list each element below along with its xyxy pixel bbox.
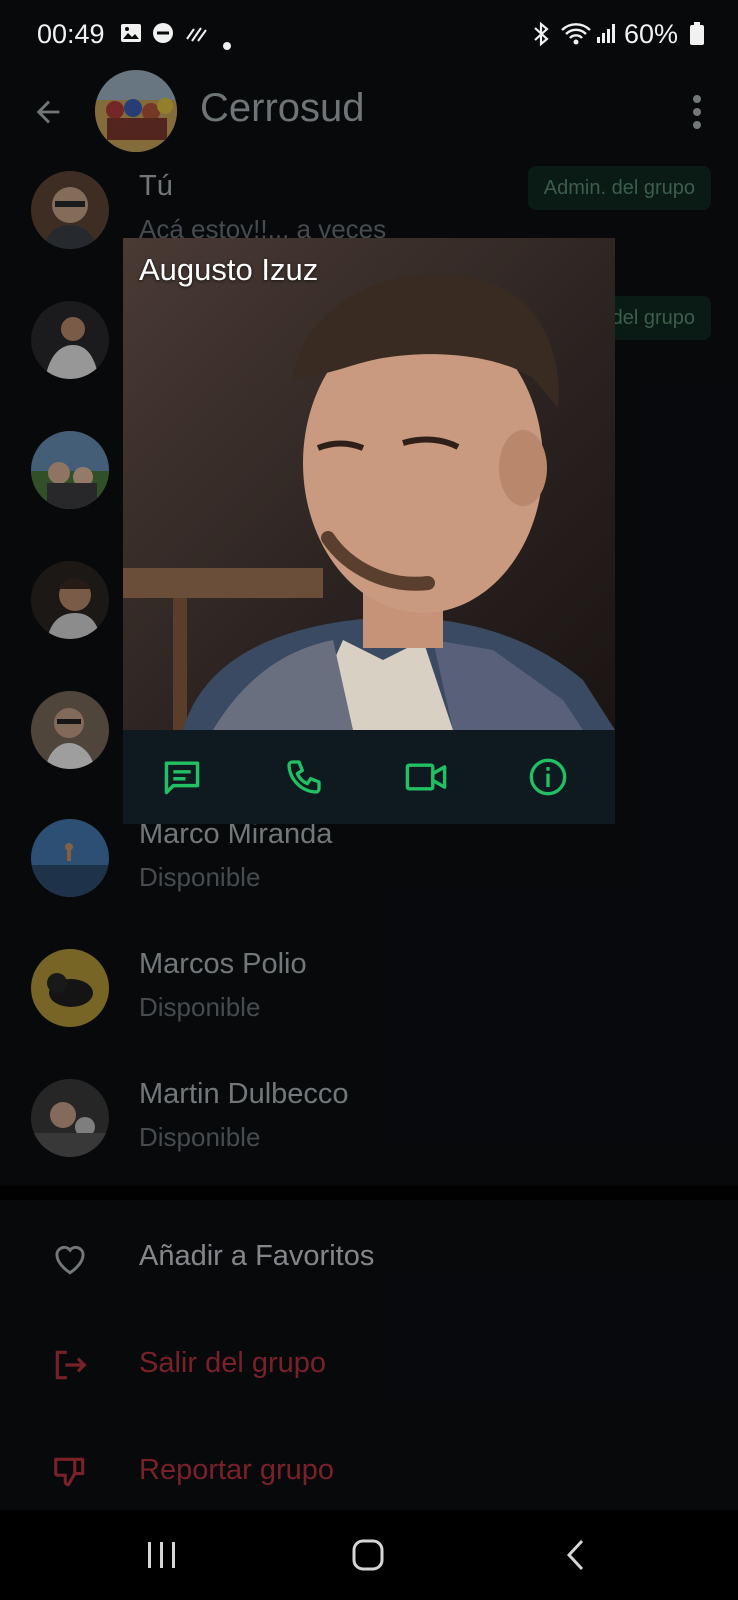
avatar <box>31 949 109 1027</box>
chevron-left-icon <box>566 1539 584 1571</box>
contact-photo[interactable] <box>123 238 615 730</box>
member-name: Martin Dulbecco <box>139 1078 349 1110</box>
message-icon <box>164 761 200 795</box>
recents-icon <box>148 1542 175 1568</box>
more-options-button[interactable] <box>682 88 712 136</box>
back-button[interactable] <box>26 90 70 134</box>
avatar <box>31 171 109 249</box>
exit-group-label: Salir del grupo <box>139 1347 326 1379</box>
avatar <box>31 819 109 897</box>
member-status: Disponible <box>139 862 261 892</box>
call-icon <box>287 760 321 794</box>
thumb-down-icon <box>48 1450 92 1494</box>
exit-icon <box>48 1343 92 1387</box>
system-nav-bar <box>0 1510 738 1600</box>
add-favorites-label: Añadir a Favoritos <box>139 1240 375 1272</box>
member-status: Disponible <box>139 992 261 1022</box>
status-bar: 00:49 60% <box>0 0 738 70</box>
add-favorites-button[interactable]: Añadir a Favoritos <box>0 1208 738 1308</box>
battery-percent: 60% <box>624 19 679 49</box>
admin-badge: Admin. del grupo <box>527 166 711 210</box>
arrow-back-icon <box>36 100 60 124</box>
contact-popup: Augusto Izuz <box>123 238 615 824</box>
exit-group-button[interactable]: Salir del grupo <box>0 1315 738 1415</box>
dot-icon <box>222 27 232 58</box>
status-time: 00:49 <box>37 19 105 49</box>
info-button[interactable] <box>523 752 573 802</box>
dnd-icon <box>151 21 175 52</box>
home-button[interactable] <box>338 1530 398 1580</box>
member-name: Marcos Polio <box>139 948 307 980</box>
avatar <box>31 561 109 639</box>
info-icon <box>529 758 567 796</box>
popup-actions-bar <box>123 730 615 824</box>
message-button[interactable] <box>157 752 207 802</box>
back-nav-button[interactable] <box>546 1530 606 1580</box>
battery-icon <box>690 22 704 53</box>
popup-contact-name: Augusto Izuz <box>139 252 319 287</box>
bluetooth-icon <box>530 21 552 54</box>
member-row[interactable]: Martin Dulbecco Disponible <box>0 1066 738 1196</box>
member-row[interactable]: Marco Miranda Disponible <box>0 806 738 936</box>
recents-button[interactable] <box>132 1530 192 1580</box>
wifi-icon <box>560 21 592 54</box>
app-bar: Cerrosud <box>0 70 738 158</box>
member-status: Disponible <box>139 1122 261 1152</box>
avatar <box>31 301 109 379</box>
video-call-icon <box>405 763 447 791</box>
section-divider <box>0 1186 738 1200</box>
signal-icon <box>596 21 618 52</box>
avatar <box>31 691 109 769</box>
member-row[interactable]: Marcos Polio Disponible <box>0 936 738 1066</box>
more-vert-icon <box>693 95 701 129</box>
group-title[interactable]: Cerrosud <box>200 86 365 131</box>
avatar <box>31 1079 109 1157</box>
call-button[interactable] <box>279 752 329 802</box>
group-avatar[interactable] <box>95 70 177 152</box>
heart-icon <box>48 1236 92 1280</box>
data-icon <box>184 21 210 52</box>
report-group-label: Reportar grupo <box>139 1454 335 1486</box>
member-name: Tú <box>139 170 173 202</box>
video-call-button[interactable] <box>401 752 451 802</box>
gallery-icon <box>119 21 143 52</box>
report-group-button[interactable]: Reportar grupo <box>0 1422 738 1522</box>
home-icon <box>352 1539 384 1571</box>
avatar <box>31 431 109 509</box>
